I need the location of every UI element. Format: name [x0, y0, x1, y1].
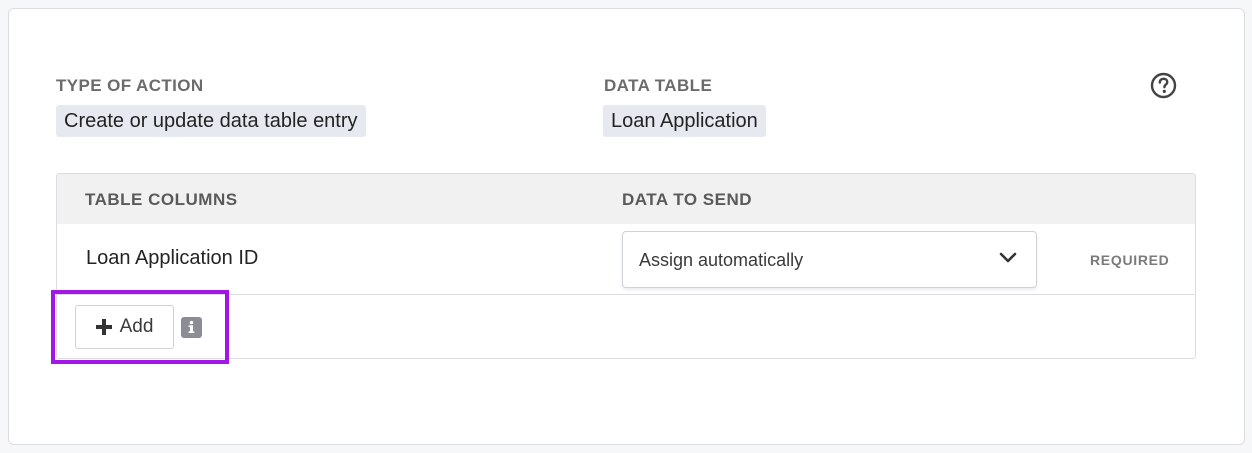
select-value: Assign automatically [639, 250, 804, 270]
add-button[interactable]: Add [75, 305, 174, 349]
data-table-label: DATA TABLE [604, 76, 713, 95]
data-to-send-select[interactable]: Assign automatically [622, 231, 1037, 288]
column-name: Loan Application ID [86, 247, 259, 269]
header-table-columns: TABLE COLUMNS [85, 190, 238, 209]
data-table-value: Loan Application [603, 105, 766, 137]
help-circle-icon[interactable] [1150, 72, 1177, 99]
plus-icon [95, 319, 112, 335]
required-badge: REQUIRED [1090, 252, 1170, 268]
header-data-to-send: DATA TO SEND [622, 190, 753, 209]
add-button-label: Add [119, 316, 154, 337]
chevron-down-icon [999, 252, 1017, 263]
info-icon[interactable] [181, 317, 202, 338]
table-row: Loan Application ID Assign automatically… [57, 224, 1195, 295]
type-of-action-label: TYPE OF ACTION [56, 76, 204, 95]
table-header: TABLE COLUMNS DATA TO SEND [57, 174, 1195, 224]
type-of-action-value: Create or update data table entry [56, 105, 366, 137]
